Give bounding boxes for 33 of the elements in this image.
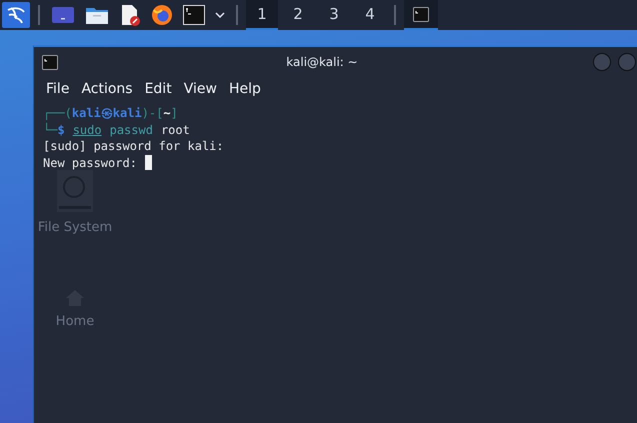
terminal-text: passwd (110, 122, 153, 138)
window-title: kali@kali: ~ (285, 55, 359, 69)
menu-item[interactable]: Help (222, 79, 267, 99)
workspace-button[interactable]: 4 (354, 0, 386, 30)
terminal-task-button[interactable] (404, 0, 438, 30)
prompt-directory: ~ (163, 105, 171, 122)
terminal-text: sudo (72, 122, 102, 138)
menu-item[interactable]: File (40, 79, 76, 99)
terminal-text: root (160, 122, 190, 138)
menu-item[interactable]: Edit (138, 79, 178, 99)
prompt-user: $ (57, 122, 65, 138)
terminal-text: New password: (43, 154, 137, 171)
prompt-frame: )-[ (142, 105, 164, 122)
terminal-icon (413, 6, 429, 22)
prompt-user: kali㉿kali (72, 105, 142, 122)
terminal-text: [sudo] password for kali: (43, 138, 224, 154)
workspace-button[interactable]: 1 (246, 0, 278, 30)
workspace-button[interactable]: 2 (282, 0, 314, 30)
terminal-button[interactable] (180, 2, 208, 28)
kali-menu-button[interactable] (2, 2, 30, 28)
chevron-down-icon (215, 12, 225, 18)
menu-item[interactable]: Actions (75, 79, 139, 99)
terminal-icon (183, 5, 205, 25)
fox-globe-icon (151, 4, 173, 26)
workspace-button[interactable]: 3 (318, 0, 350, 30)
folder-icon (85, 5, 109, 25)
menu-item[interactable]: View (178, 79, 223, 99)
prompt-frame: └─ (43, 122, 58, 138)
prompt-frame: ┌──( (43, 105, 72, 122)
terminal-icon (42, 54, 58, 70)
prompt-frame: ] (170, 105, 178, 122)
document-pencil-icon (119, 4, 141, 26)
desktop-icon (51, 5, 75, 25)
